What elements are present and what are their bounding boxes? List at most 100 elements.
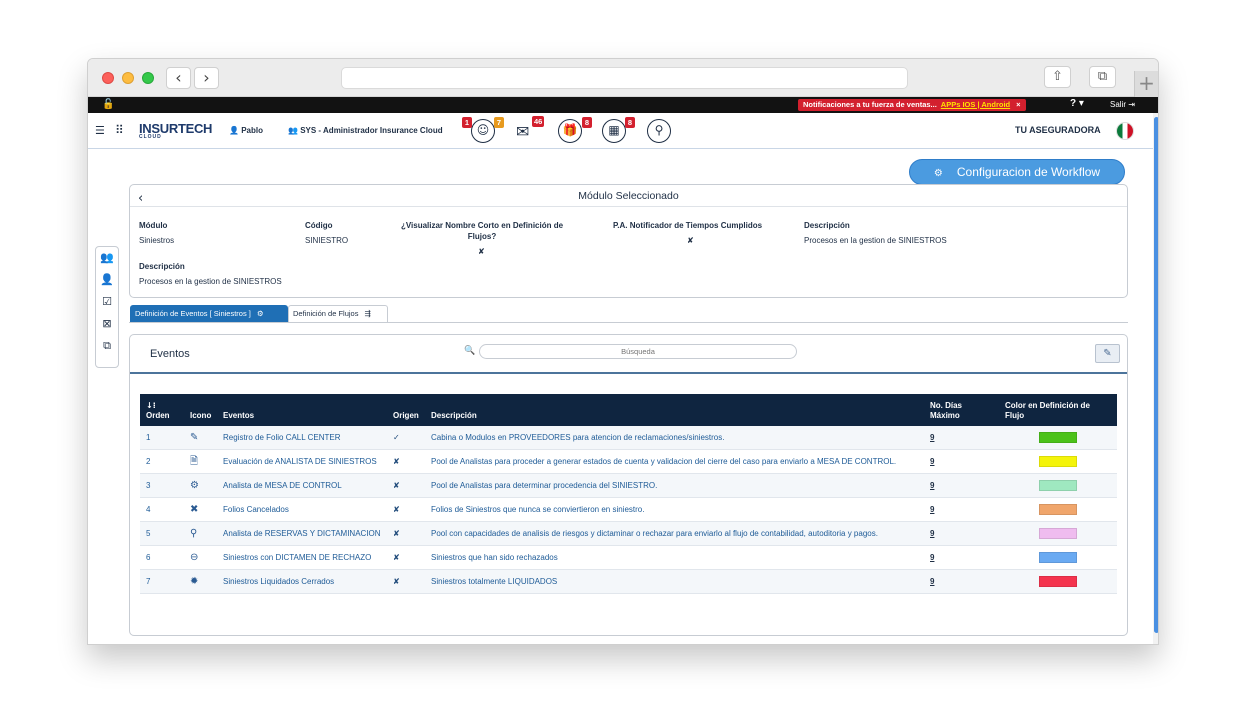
user-name[interactable]: 👤 Pablo [229, 126, 263, 135]
row-dias-maximo-cell: 9 [924, 426, 999, 450]
color-swatch[interactable] [1039, 480, 1077, 491]
table-row[interactable]: 4 ✖ Folios Cancelados ✘ Folios de Siniestros… [140, 497, 1117, 522]
user-icon[interactable]: 👤 [96, 270, 118, 291]
chevron-left-icon[interactable]: ‹ [138, 188, 143, 210]
edit-button[interactable]: ✎ [1095, 344, 1120, 363]
row-orden: 3 [146, 481, 151, 490]
hamburger-menu-icon[interactable]: ☰ [95, 124, 105, 137]
row-orden-cell: 5 [140, 521, 184, 546]
logout-button[interactable]: Salir ⇥ [1110, 100, 1135, 109]
row-dias-maximo[interactable]: 9 [930, 553, 934, 562]
apps-grid-icon[interactable]: ⠿ [115, 123, 124, 137]
gift-icon[interactable]: 🎁 [558, 119, 582, 143]
row-dias-maximo[interactable]: 9 [930, 529, 934, 538]
gift-badge: 8 [582, 117, 592, 128]
table-header-row: ↓⁝ Orden Icono Eventos Origen Descripción… [140, 394, 1117, 426]
row-orden: 6 [146, 553, 151, 562]
users-icon: 👥 [288, 126, 298, 135]
color-swatch[interactable] [1039, 576, 1077, 587]
color-swatch[interactable] [1039, 432, 1077, 443]
user-role[interactable]: 👥 SYS - Administrador Insurance Cloud [288, 126, 443, 135]
copy-icon[interactable]: ⧉ [96, 336, 118, 357]
table-row[interactable]: 6 ⊖ Siniestros con DICTAMEN DE RECHAZO ✘ Sin… [140, 545, 1117, 570]
row-dias-maximo[interactable]: 9 [930, 433, 934, 442]
search-box: 🔍 [461, 344, 797, 359]
row-color-cell [999, 473, 1117, 498]
event-icon: ✎ [190, 432, 199, 443]
row-evento[interactable]: Siniestros Liquidados Cerrados [223, 577, 334, 586]
table-row[interactable]: 5 ⚲ Analista de RESERVAS Y DICTAMINACION ✘ P… [140, 521, 1117, 546]
row-origen: ✘ [393, 577, 400, 586]
row-evento[interactable]: Analista de RESERVAS Y DICTAMINACION [223, 529, 381, 538]
scrollbar-thumb[interactable] [1154, 117, 1158, 633]
row-evento[interactable]: Siniestros con DICTAMEN DE RECHAZO [223, 553, 371, 562]
insurtech-logo[interactable]: INSURTECH CLOUD [139, 121, 212, 140]
codigo-value: SINIESTRO [305, 236, 349, 245]
row-dias-maximo[interactable]: 9 [930, 505, 934, 514]
row-evento[interactable]: Evaluación de ANALISTA DE SINIESTROS [223, 457, 377, 466]
users-group-icon[interactable]: 👥 [96, 248, 118, 269]
minimize-window-button[interactable] [122, 72, 134, 84]
row-dias-maximo[interactable]: 9 [930, 577, 934, 586]
row-event-icon-cell: 🗎 [184, 449, 217, 474]
visualizar-label: ¿Visualizar Nombre Corto en Definición d… [400, 221, 564, 241]
notification-text: Notificaciones a tu fuerza de ventas... [803, 100, 937, 109]
color-swatch[interactable] [1039, 552, 1077, 563]
url-bar[interactable] [341, 67, 908, 89]
color-swatch[interactable] [1039, 528, 1077, 539]
row-orden: 5 [146, 529, 151, 538]
mexico-flag-icon[interactable] [1116, 122, 1134, 140]
search-icon[interactable]: 🔍 [461, 344, 479, 359]
row-evento[interactable]: Registro de Folio CALL CENTER [223, 433, 341, 442]
table-row[interactable]: 3 ⚙ Analista de MESA DE CONTROL ✘ Pool de An… [140, 473, 1117, 498]
search-user-icon[interactable]: ⚲ [647, 119, 671, 143]
row-event-icon-cell: ⚙ [184, 473, 217, 498]
excel-icon[interactable]: ⊠ [96, 314, 118, 335]
tabs-overview-button[interactable]: ⧉ [1089, 66, 1116, 88]
unlock-icon[interactable]: 🔓 [102, 99, 114, 110]
sort-icon[interactable]: ↓⁝ [146, 401, 156, 410]
close-window-button[interactable] [102, 72, 114, 84]
forward-button[interactable]: › [194, 67, 219, 89]
column-icono: Icono [190, 411, 212, 420]
row-dias-maximo[interactable]: 9 [930, 481, 934, 490]
notification-banner[interactable]: Notificaciones a tu fuerza de ventas... A… [798, 99, 1026, 111]
user-check-icon[interactable]: ☑ [96, 292, 118, 313]
event-icon: ✹ [190, 576, 199, 587]
profile-red-badge: 1 [462, 117, 472, 128]
maximize-window-button[interactable] [142, 72, 154, 84]
close-icon[interactable]: × [1016, 100, 1020, 109]
share-button[interactable]: ⇧ [1044, 66, 1071, 88]
page-scrollbar[interactable] [1153, 113, 1158, 644]
row-descripcion: Pool con capacidades de analisis de ries… [431, 529, 878, 538]
descripcion-value: Procesos en la gestion de SINIESTROS [804, 236, 947, 245]
table-row[interactable]: 2 🗎 Evaluación de ANALISTA DE SINIESTROS ✘ P… [140, 449, 1117, 474]
calendar-icon[interactable]: ▦ [602, 119, 626, 143]
apps-link[interactable]: APPs IOS | Android [941, 100, 1010, 109]
row-orden-cell: 6 [140, 545, 184, 570]
row-color-cell [999, 521, 1117, 546]
row-dias-maximo[interactable]: 9 [930, 457, 934, 466]
row-evento[interactable]: Analista de MESA DE CONTROL [223, 481, 342, 490]
search-input[interactable] [479, 344, 797, 359]
help-icon[interactable]: ? ▾ [1070, 98, 1084, 109]
profile-icon[interactable]: ☺ [471, 119, 495, 143]
row-color-cell [999, 569, 1117, 594]
new-tab-button[interactable]: + [1134, 71, 1158, 97]
color-swatch[interactable] [1039, 504, 1077, 515]
row-dias-maximo-cell: 9 [924, 545, 999, 570]
color-swatch[interactable] [1039, 456, 1077, 467]
tab-definicion-flujos[interactable]: Definición de Flujos ⇶ [288, 305, 388, 322]
mail-icon[interactable]: ✉ [516, 122, 529, 141]
back-button[interactable]: ‹ [166, 67, 191, 89]
row-orden-cell: 2 [140, 449, 184, 474]
module-card-title: ‹ Módulo Seleccionado [130, 185, 1127, 207]
table-row[interactable]: 7 ✹ Siniestros Liquidados Cerrados ✘ Siniest… [140, 569, 1117, 594]
workflow-config-button[interactable]: ⚙ Configuracion de Workflow [909, 159, 1125, 185]
row-evento[interactable]: Folios Cancelados [223, 505, 289, 514]
tab-definicion-eventos[interactable]: Definición de Eventos [ Siniestros ] ⚙ [130, 305, 288, 322]
tabs-icon: ⧉ [1097, 69, 1108, 84]
events-panel: Eventos 🔍 ✎ ↓⁝Orden Icono Eventos Origen… [129, 334, 1128, 636]
column-orden[interactable]: ↓⁝ Orden [140, 394, 184, 426]
table-row[interactable]: 1 ✎ Registro de Folio CALL CENTER ✓ Cabina o… [140, 426, 1117, 450]
